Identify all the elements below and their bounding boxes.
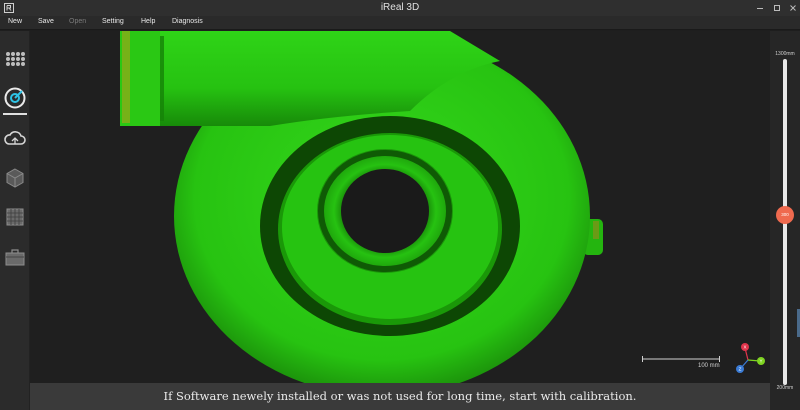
status-bar: If Software newely installed or was not … xyxy=(30,383,770,410)
scale-bar xyxy=(642,356,720,362)
scale-label: 100 mm xyxy=(698,363,720,369)
menu-setting[interactable]: Setting xyxy=(102,18,124,25)
title-bar: iReal 3D xyxy=(0,0,800,16)
cube-icon[interactable] xyxy=(3,166,27,190)
distance-max-label: 1300mm xyxy=(775,51,795,57)
toolbox-icon[interactable] xyxy=(3,245,27,269)
window-title: iReal 3D xyxy=(380,2,420,13)
axis-gizmo-icon: X Y Z xyxy=(736,343,765,373)
scan-target-icon[interactable] xyxy=(3,86,27,110)
close-icon[interactable] xyxy=(787,2,799,14)
left-toolbar xyxy=(0,31,30,410)
menu-help[interactable]: Help xyxy=(141,18,155,25)
cloud-upload-icon[interactable] xyxy=(3,126,27,150)
axis-x-label: X xyxy=(743,345,746,350)
scanned-model xyxy=(120,31,603,383)
axis-y-label: Y xyxy=(759,359,762,364)
active-tool-indicator xyxy=(3,113,27,115)
mesh-grid-icon[interactable] xyxy=(3,205,27,229)
axis-z-label: Z xyxy=(739,367,742,372)
menu-new[interactable]: New xyxy=(8,18,22,25)
menu-diagnosis[interactable]: Diagnosis xyxy=(172,18,203,25)
minimize-icon[interactable] xyxy=(754,2,766,14)
menu-bar: New Save Open Setting Help Diagnosis xyxy=(0,16,800,30)
grid-dots-icon[interactable] xyxy=(3,48,27,72)
3d-viewport[interactable]: 100 mm X Y Z xyxy=(30,31,770,383)
menu-open[interactable]: Open xyxy=(69,18,86,25)
status-message: If Software newely installed or was not … xyxy=(163,389,637,403)
menu-save[interactable]: Save xyxy=(38,18,54,25)
maximize-icon[interactable] xyxy=(771,2,783,14)
distance-min-label: 200mm xyxy=(776,385,794,391)
distance-panel: 1300mm 300 200mm xyxy=(770,31,800,410)
distance-slider-handle[interactable]: 300 xyxy=(776,206,794,225)
